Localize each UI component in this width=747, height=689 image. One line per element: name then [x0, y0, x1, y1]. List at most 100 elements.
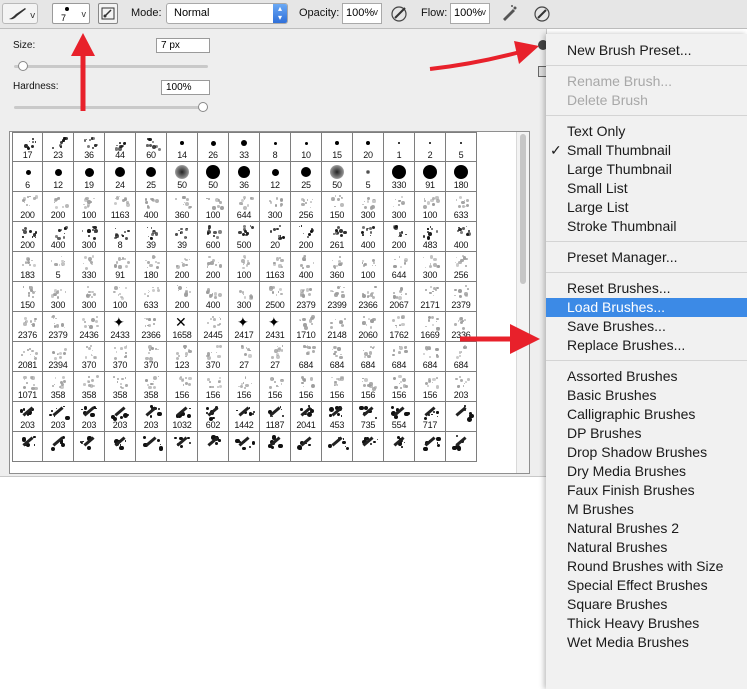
menu-item-faux-finish-brushes[interactable]: Faux Finish Brushes: [546, 481, 747, 500]
brush-tip-cell[interactable]: 358: [105, 372, 136, 402]
brush-tip-cell[interactable]: 300: [43, 282, 74, 312]
brush-tip-cell[interactable]: 300: [353, 192, 384, 222]
brush-tip-cell[interactable]: 644: [384, 252, 415, 282]
brush-tip-cell[interactable]: [446, 402, 477, 432]
brush-tip-cell[interactable]: 156: [167, 372, 198, 402]
flow-field[interactable]: 100% v: [450, 3, 490, 24]
brush-tip-cell[interactable]: 2376: [12, 312, 43, 342]
brush-tip-cell[interactable]: 500: [229, 222, 260, 252]
brush-tip-cell[interactable]: 735: [353, 402, 384, 432]
brush-tip-cell[interactable]: 200: [198, 252, 229, 282]
brush-tip-cell[interactable]: 5: [353, 162, 384, 192]
brush-tip-cell[interactable]: 200: [43, 192, 74, 222]
grid-scrollbar-thumb[interactable]: [520, 134, 526, 284]
brush-tip-cell[interactable]: [74, 432, 105, 462]
brush-tip-cell[interactable]: 100: [74, 192, 105, 222]
brush-tip-cell[interactable]: 256: [291, 192, 322, 222]
brush-tip-cell[interactable]: 156: [415, 372, 446, 402]
brush-tip-cell[interactable]: 300: [260, 192, 291, 222]
brush-tip-cell[interactable]: 39: [136, 222, 167, 252]
brush-tip-cell[interactable]: 39: [167, 222, 198, 252]
brush-tip-cell[interactable]: 644: [229, 192, 260, 222]
brush-tip-cell[interactable]: 50: [322, 162, 353, 192]
brush-tip-cell[interactable]: 1762: [384, 312, 415, 342]
brush-tip-cell[interactable]: 200: [12, 222, 43, 252]
brush-tip-cell[interactable]: 1710: [291, 312, 322, 342]
brush-tip-cell[interactable]: 684: [353, 342, 384, 372]
brush-tip-cell[interactable]: 370: [198, 342, 229, 372]
brush-tip-cell[interactable]: 370: [136, 342, 167, 372]
brush-tip-cell[interactable]: 300: [415, 252, 446, 282]
brush-tip-cell[interactable]: 44: [105, 132, 136, 162]
brush-tip-cell[interactable]: 483: [415, 222, 446, 252]
brush-tip-cell[interactable]: 633: [136, 282, 167, 312]
menu-item-small-thumbnail[interactable]: ✓ Small Thumbnail: [546, 141, 747, 160]
brush-tip-cell[interactable]: 25: [136, 162, 167, 192]
brush-tip-cell[interactable]: 1032: [167, 402, 198, 432]
brush-tip-cell[interactable]: 6: [12, 162, 43, 192]
brush-tip-cell[interactable]: 156: [260, 372, 291, 402]
brush-tip-cell[interactable]: 1442: [229, 402, 260, 432]
menu-item-reset-brushes[interactable]: Reset Brushes...: [546, 279, 747, 298]
brush-tip-cell[interactable]: 2366: [353, 282, 384, 312]
brush-tip-cell[interactable]: 400: [291, 252, 322, 282]
grid-scrollbar[interactable]: [516, 132, 529, 473]
brush-tip-cell[interactable]: 150: [322, 192, 353, 222]
brush-tip-cell[interactable]: [415, 432, 446, 462]
brush-tip-cell[interactable]: 36: [74, 132, 105, 162]
brush-tip-cell[interactable]: 8: [260, 132, 291, 162]
brush-tip-cell[interactable]: 358: [74, 372, 105, 402]
brush-tip-cell[interactable]: 156: [229, 372, 260, 402]
brush-tip-cell[interactable]: 203: [136, 402, 167, 432]
size-field[interactable]: 7 px: [156, 38, 210, 53]
brush-tip-cell[interactable]: 91: [415, 162, 446, 192]
menu-item-assorted-brushes[interactable]: Assorted Brushes: [546, 367, 747, 386]
brush-tip-cell[interactable]: 2081: [12, 342, 43, 372]
size-slider-track[interactable]: [14, 65, 208, 68]
brush-tip-cell[interactable]: 2394: [43, 342, 74, 372]
brush-tip-cell[interactable]: [384, 432, 415, 462]
brush-tip-cell[interactable]: [12, 432, 43, 462]
brush-tip-cell[interactable]: 12: [43, 162, 74, 192]
brush-tip-cell[interactable]: 684: [291, 342, 322, 372]
brush-tip-cell[interactable]: 300: [229, 282, 260, 312]
brush-tip-cell[interactable]: ✦ 2431: [260, 312, 291, 342]
brush-tip-cell[interactable]: [136, 432, 167, 462]
brush-tip-cell[interactable]: 150: [12, 282, 43, 312]
brush-tip-cell[interactable]: [353, 432, 384, 462]
menu-item-load-brushes[interactable]: Load Brushes...: [546, 298, 747, 317]
brush-tip-cell[interactable]: 5: [43, 252, 74, 282]
brush-tip-cell[interactable]: 203: [12, 402, 43, 432]
brush-tip-cell[interactable]: 200: [291, 222, 322, 252]
brush-tip-cell[interactable]: 2060: [353, 312, 384, 342]
brush-tip-cell[interactable]: 1: [384, 132, 415, 162]
menu-item-calligraphic-brushes[interactable]: Calligraphic Brushes: [546, 405, 747, 424]
brush-tip-cell[interactable]: 684: [415, 342, 446, 372]
brush-tip-cell[interactable]: [229, 432, 260, 462]
menu-item-dry-media-brushes[interactable]: Dry Media Brushes: [546, 462, 747, 481]
brush-tip-cell[interactable]: 200: [167, 282, 198, 312]
brush-tip-cell[interactable]: 400: [43, 222, 74, 252]
brush-tip-cell[interactable]: 358: [136, 372, 167, 402]
brush-tip-cell[interactable]: 25: [291, 162, 322, 192]
hardness-slider-thumb[interactable]: [198, 102, 208, 112]
brush-tip-cell[interactable]: 1669: [415, 312, 446, 342]
brush-tip-cell[interactable]: 453: [322, 402, 353, 432]
brush-tip-cell[interactable]: ✕ 1658: [167, 312, 198, 342]
brush-tip-cell[interactable]: 300: [384, 192, 415, 222]
airbrush-button[interactable]: [498, 3, 520, 24]
brush-tip-cell[interactable]: 27: [229, 342, 260, 372]
brush-tip-cell[interactable]: 12: [260, 162, 291, 192]
size-slider-thumb[interactable]: [17, 61, 28, 71]
brush-tip-cell[interactable]: 180: [136, 252, 167, 282]
brush-tip-cell[interactable]: 1163: [260, 252, 291, 282]
brush-tip-cell[interactable]: 27: [260, 342, 291, 372]
brush-tip-cell[interactable]: 203: [74, 402, 105, 432]
brush-tip-cell[interactable]: 633: [446, 192, 477, 222]
brush-tip-cell[interactable]: 203: [105, 402, 136, 432]
menu-item-text-only[interactable]: Text Only: [546, 122, 747, 141]
brush-tip-cell[interactable]: 123: [167, 342, 198, 372]
hardness-slider-track[interactable]: [14, 106, 208, 109]
brush-tip-cell[interactable]: [43, 432, 74, 462]
menu-item-round-brushes-with-size[interactable]: Round Brushes with Size: [546, 557, 747, 576]
